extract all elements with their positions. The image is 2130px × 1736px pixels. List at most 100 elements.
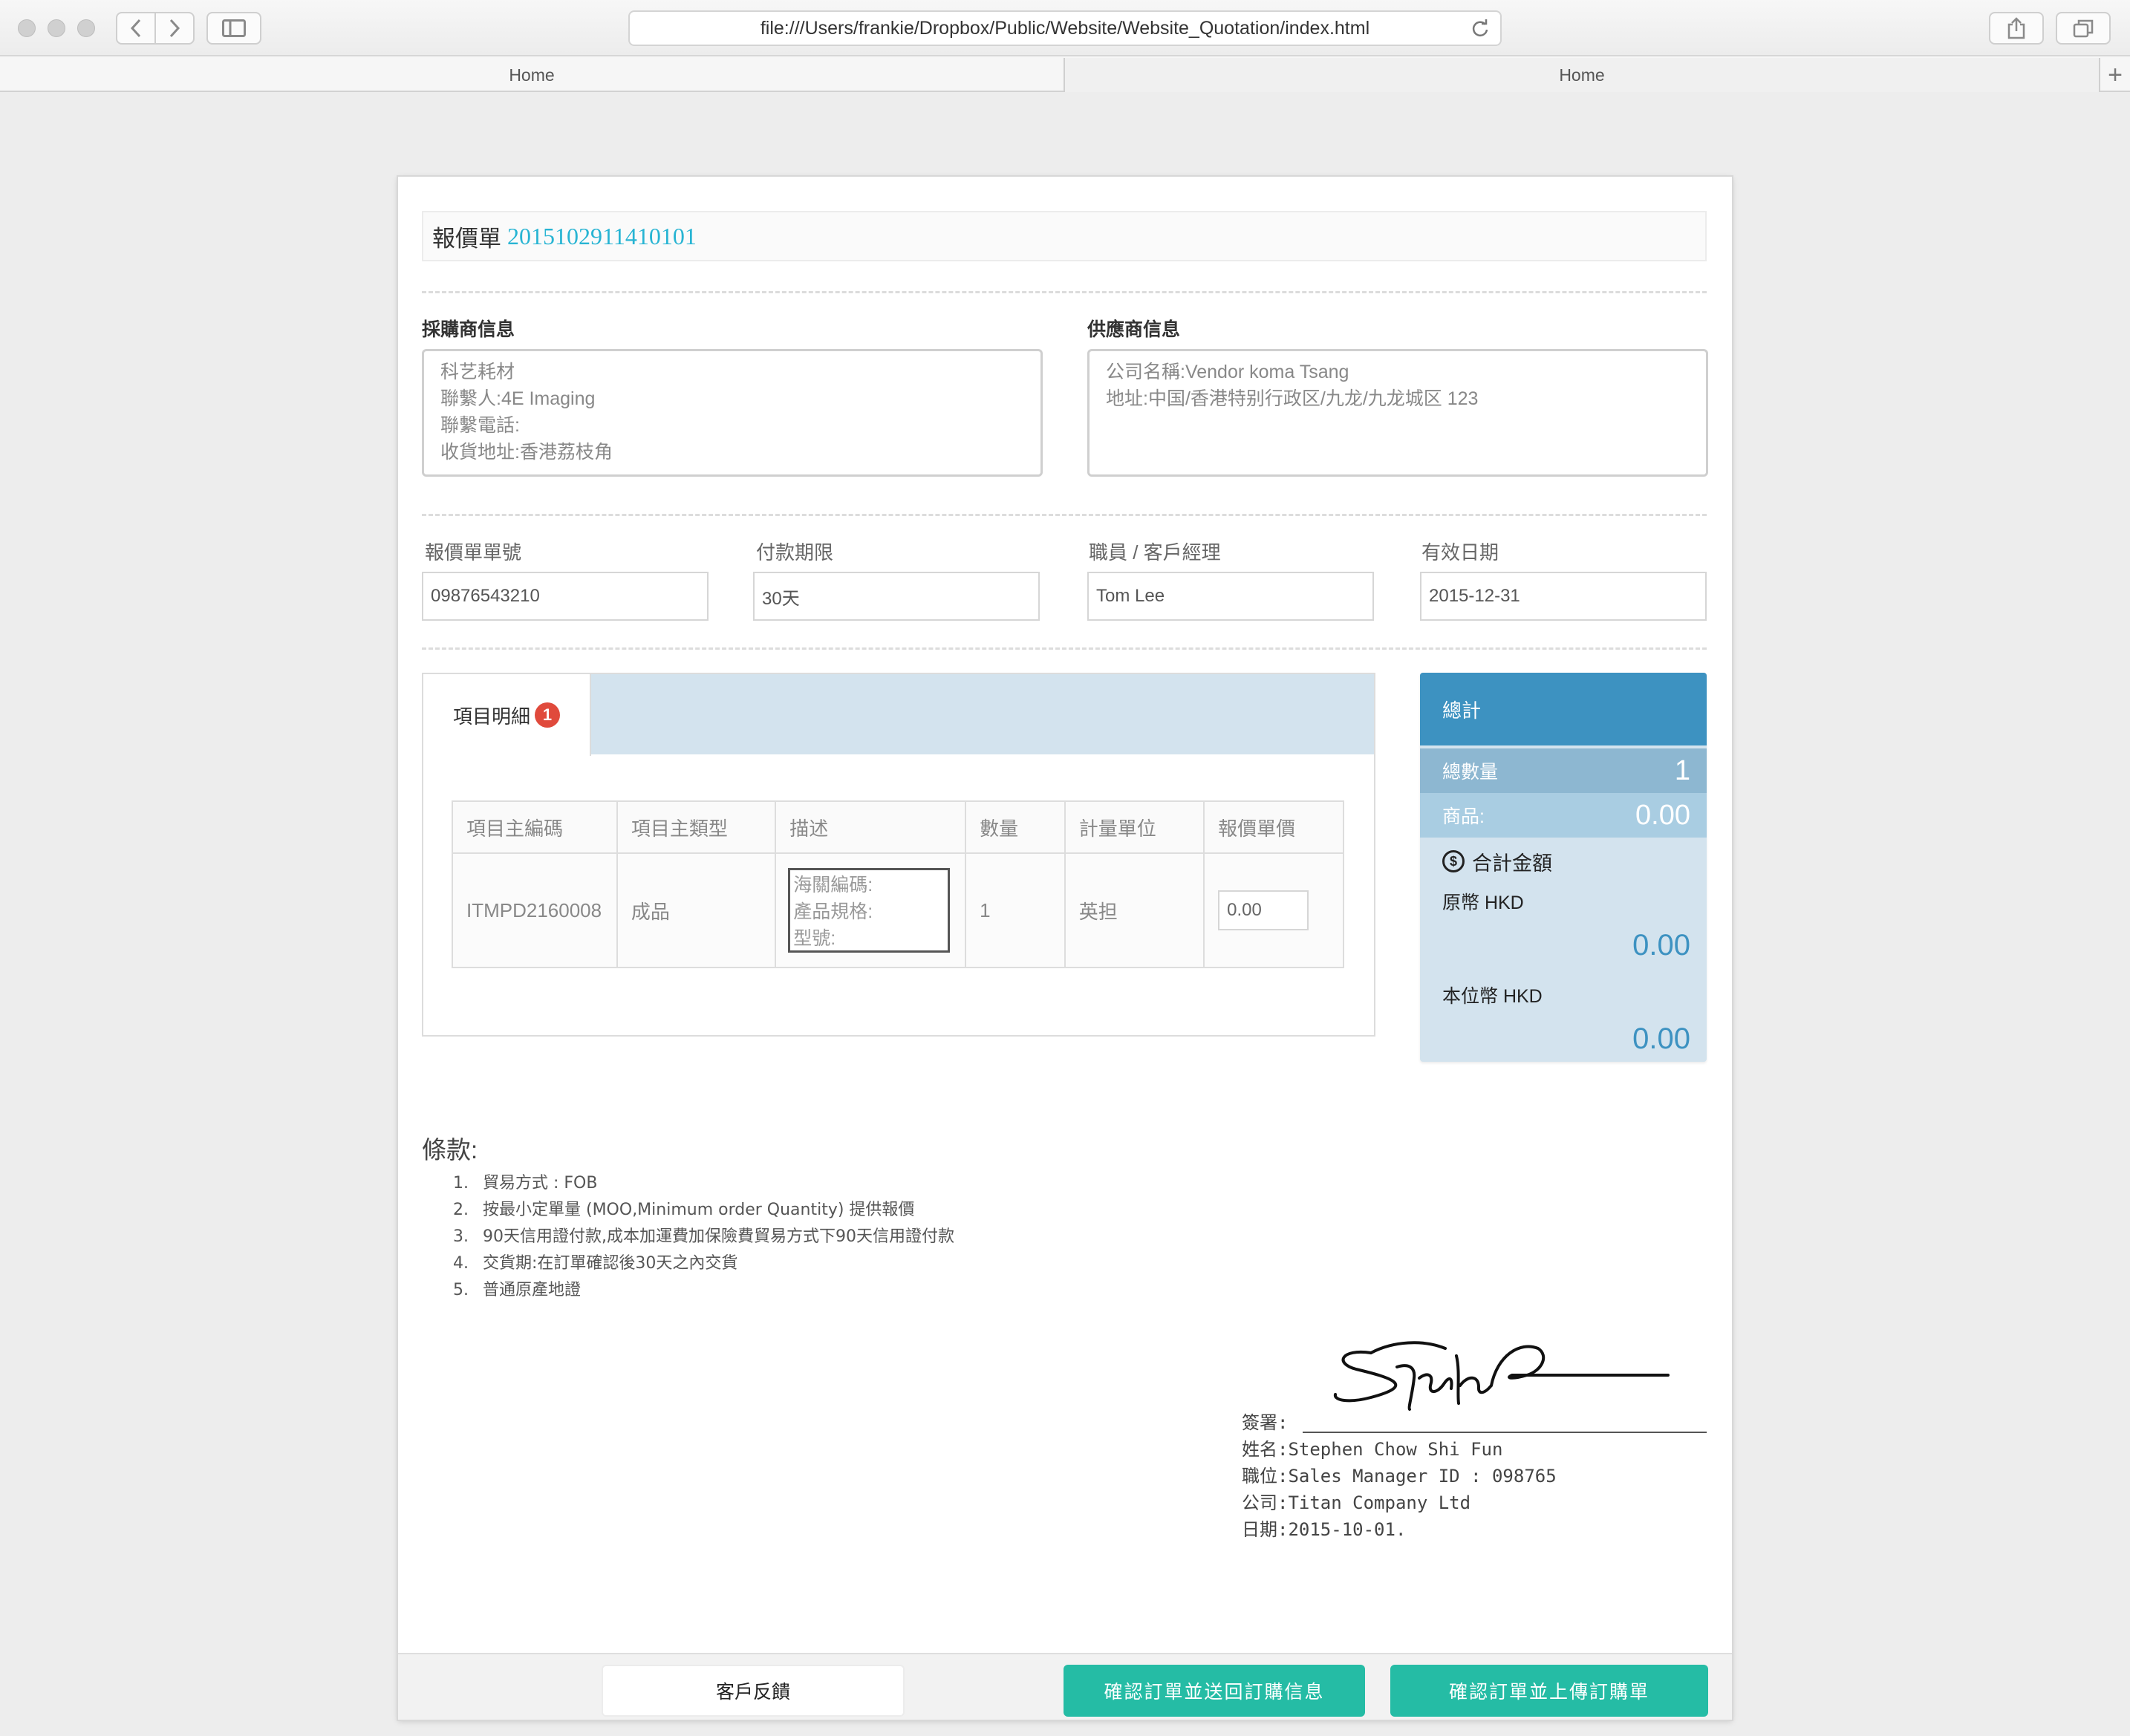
forward-button[interactable] (154, 12, 195, 45)
unit-price-input[interactable]: 0.00 (1218, 890, 1309, 930)
original-currency-label: 原幣 HKD (1442, 893, 1524, 913)
goods-label: 商品: (1442, 806, 1485, 827)
sign-label: 簽署: (1242, 1412, 1289, 1433)
zoom-window-button[interactable] (77, 19, 95, 37)
item-description-cell: 海關編碼: 產品規格: 型號: (775, 852, 967, 968)
buyer-name: 科艺耗材 (440, 362, 515, 382)
divider (422, 291, 1707, 293)
signature-block: 簽署: 姓名:Stephen Chow Shi Fun 職位:Sales Man… (1242, 1409, 1557, 1543)
grand-total-label: 合計金額 (1472, 852, 1552, 875)
share-button[interactable] (1989, 12, 2044, 45)
total-quantity-row: 總數量 1 (1420, 748, 1707, 793)
list-item: 1. 貿易方式 : FOB (453, 1174, 598, 1192)
terms-list: 1. 貿易方式 : FOB 2. 按最小定單量 (MOO,Minimum order… (453, 1170, 954, 1304)
tab-label: Home (1559, 65, 1605, 85)
quotation-number: 2015102911410101 (507, 222, 697, 249)
tabs-overview-button[interactable] (2056, 12, 2111, 45)
supplier-heading: 供應商信息 (1087, 319, 1181, 340)
minimize-window-button[interactable] (48, 19, 65, 37)
signature-image (1334, 1341, 1670, 1411)
total-quantity-value: 1 (1674, 754, 1690, 786)
chevron-left-icon (130, 19, 141, 38)
original-currency-value: 0.00 (1632, 928, 1690, 962)
tab-home-2[interactable]: Home (1065, 58, 2099, 92)
items-panel: 項目明細 1 項目主編碼 項目主類型 描述 數量 計量單位 報價單價 ITMPD… (422, 673, 1375, 1037)
item-price-cell: 0.00 (1203, 852, 1344, 968)
list-item: 2. 按最小定單量 (MOO,Minimum order Quantity) 提供… (453, 1201, 915, 1219)
share-icon (2007, 17, 2025, 39)
quotation-document: 報價單 2015102911410101 採購商信息 科艺耗材 聯繫人:4E I… (398, 177, 1732, 1720)
tab-bar: Home Home + (0, 58, 2130, 92)
supplier-info-box: 公司名稱:Vendor koma Tsang 地址:中国/香港特别行政区/九龙/… (1087, 349, 1708, 477)
quotation-no-label: 報價單單號 (425, 541, 522, 564)
close-window-button[interactable] (18, 19, 36, 37)
totals-panel: 總計 總數量 1 商品: 0.00 $ 合計金額 原幣 HKD 0.00 本位幣… (1420, 673, 1707, 1062)
browser-toolbar: file:///Users/frankie/Dropbox/Public/Web… (0, 0, 2130, 56)
buyer-phone: 聯繫電話: (440, 415, 520, 436)
list-item: 5. 普通原產地證 (453, 1281, 582, 1299)
item-code: ITMPD2160008 (452, 852, 618, 968)
list-item: 3. 90天信用證付款,成本加運費加保險費貿易方式下90天信用證付款 (453, 1227, 954, 1246)
valid-date-label: 有效日期 (1421, 541, 1499, 564)
table-header-row: 項目主編碼 項目主類型 描述 數量 計量單位 報價單價 (452, 800, 1344, 854)
goods-row: 商品: 0.00 (1420, 793, 1707, 838)
grand-total-heading: $ 合計金額 (1420, 838, 1707, 885)
col-unit: 計量單位 (1064, 800, 1205, 854)
col-description: 描述 (775, 800, 967, 854)
quotation-title-label: 報價單 (432, 225, 501, 252)
valid-date-field[interactable]: 2015-12-31 (1420, 572, 1707, 621)
signer-name: 姓名:Stephen Chow Shi Fun (1242, 1439, 1503, 1460)
payment-term-label: 付款期限 (756, 541, 834, 564)
model-line: 型號: (793, 928, 836, 949)
customer-feedback-button[interactable]: 客戶反饋 (602, 1665, 905, 1717)
new-tab-button[interactable]: + (2099, 58, 2130, 92)
customs-code-line: 海關編碼: (793, 875, 873, 895)
confirm-upload-order-button[interactable]: 確認訂單並上傳訂購單 (1390, 1665, 1708, 1717)
buyer-heading: 採購商信息 (422, 319, 515, 340)
buyer-info-box: 科艺耗材 聯繫人:4E Imaging 聯繫電話: 收貨地址:香港荔枝角 (422, 349, 1043, 477)
quotation-no-field[interactable]: 09876543210 (422, 572, 709, 621)
totals-heading: 總計 (1420, 673, 1707, 745)
chevron-right-icon (169, 19, 180, 38)
quotation-title-bar: 報價單 2015102911410101 (422, 211, 1707, 261)
list-item: 4. 交貨期:在訂單確認後30天之內交貨 (453, 1254, 738, 1273)
item-type: 成品 (616, 852, 777, 968)
signer-position: 職位:Sales Manager ID : 098765 (1242, 1466, 1557, 1487)
col-item-type: 項目主類型 (616, 800, 777, 854)
total-quantity-label: 總數量 (1442, 762, 1499, 783)
payment-term-field[interactable]: 30天 (753, 572, 1040, 621)
local-currency-value: 0.00 (1632, 1022, 1690, 1055)
divider (422, 514, 1707, 516)
account-manager-field[interactable]: Tom Lee (1087, 572, 1374, 621)
confirm-return-order-button[interactable]: 確認訂單並送回訂購信息 (1064, 1665, 1365, 1717)
buyer-address: 收貨地址:香港荔枝角 (440, 442, 613, 463)
sidebar-toggle-button[interactable] (206, 12, 261, 45)
divider (422, 647, 1707, 650)
account-manager-label: 職員 / 客戶經理 (1089, 541, 1221, 564)
item-count-badge: 1 (535, 702, 560, 728)
reload-icon[interactable] (1469, 18, 1491, 40)
tab-home-1[interactable]: Home (0, 58, 1064, 92)
item-quantity: 1 (965, 852, 1066, 968)
supplier-company: 公司名稱:Vendor koma Tsang (1106, 362, 1349, 382)
tab-label: Home (509, 65, 555, 85)
item-description-field[interactable]: 海關編碼: 產品規格: 型號: (788, 868, 951, 953)
address-bar[interactable]: file:///Users/frankie/Dropbox/Public/Web… (628, 10, 1502, 46)
dollar-coin-icon: $ (1442, 850, 1465, 872)
sign-date: 日期:2015-10-01. (1242, 1519, 1407, 1540)
items-tab-label: 項目明細 (452, 705, 530, 728)
browser-chrome: file:///Users/frankie/Dropbox/Public/Web… (0, 0, 2130, 92)
tabs-icon (2073, 19, 2094, 38)
col-unit-price: 報價單價 (1203, 800, 1344, 854)
back-button[interactable] (116, 12, 156, 45)
items-table: 項目主編碼 項目主類型 描述 數量 計量單位 報價單價 ITMPD2160008… (452, 800, 1344, 968)
terms-title: 條款: (422, 1136, 478, 1164)
table-row: ITMPD2160008 成品 海關編碼: 產品規格: 型號: 1 英担 0.0… (452, 852, 1344, 968)
goods-value: 0.00 (1635, 799, 1690, 831)
col-quantity: 數量 (965, 800, 1066, 854)
url-text: file:///Users/frankie/Dropbox/Public/Web… (760, 17, 1370, 39)
item-unit: 英担 (1064, 852, 1205, 968)
action-footer: 客戶反饋 確認訂單並送回訂購信息 確認訂單並上傳訂購單 (398, 1653, 1732, 1720)
sidebar-icon (222, 19, 246, 37)
tab-item-details[interactable]: 項目明細 1 (423, 674, 591, 756)
